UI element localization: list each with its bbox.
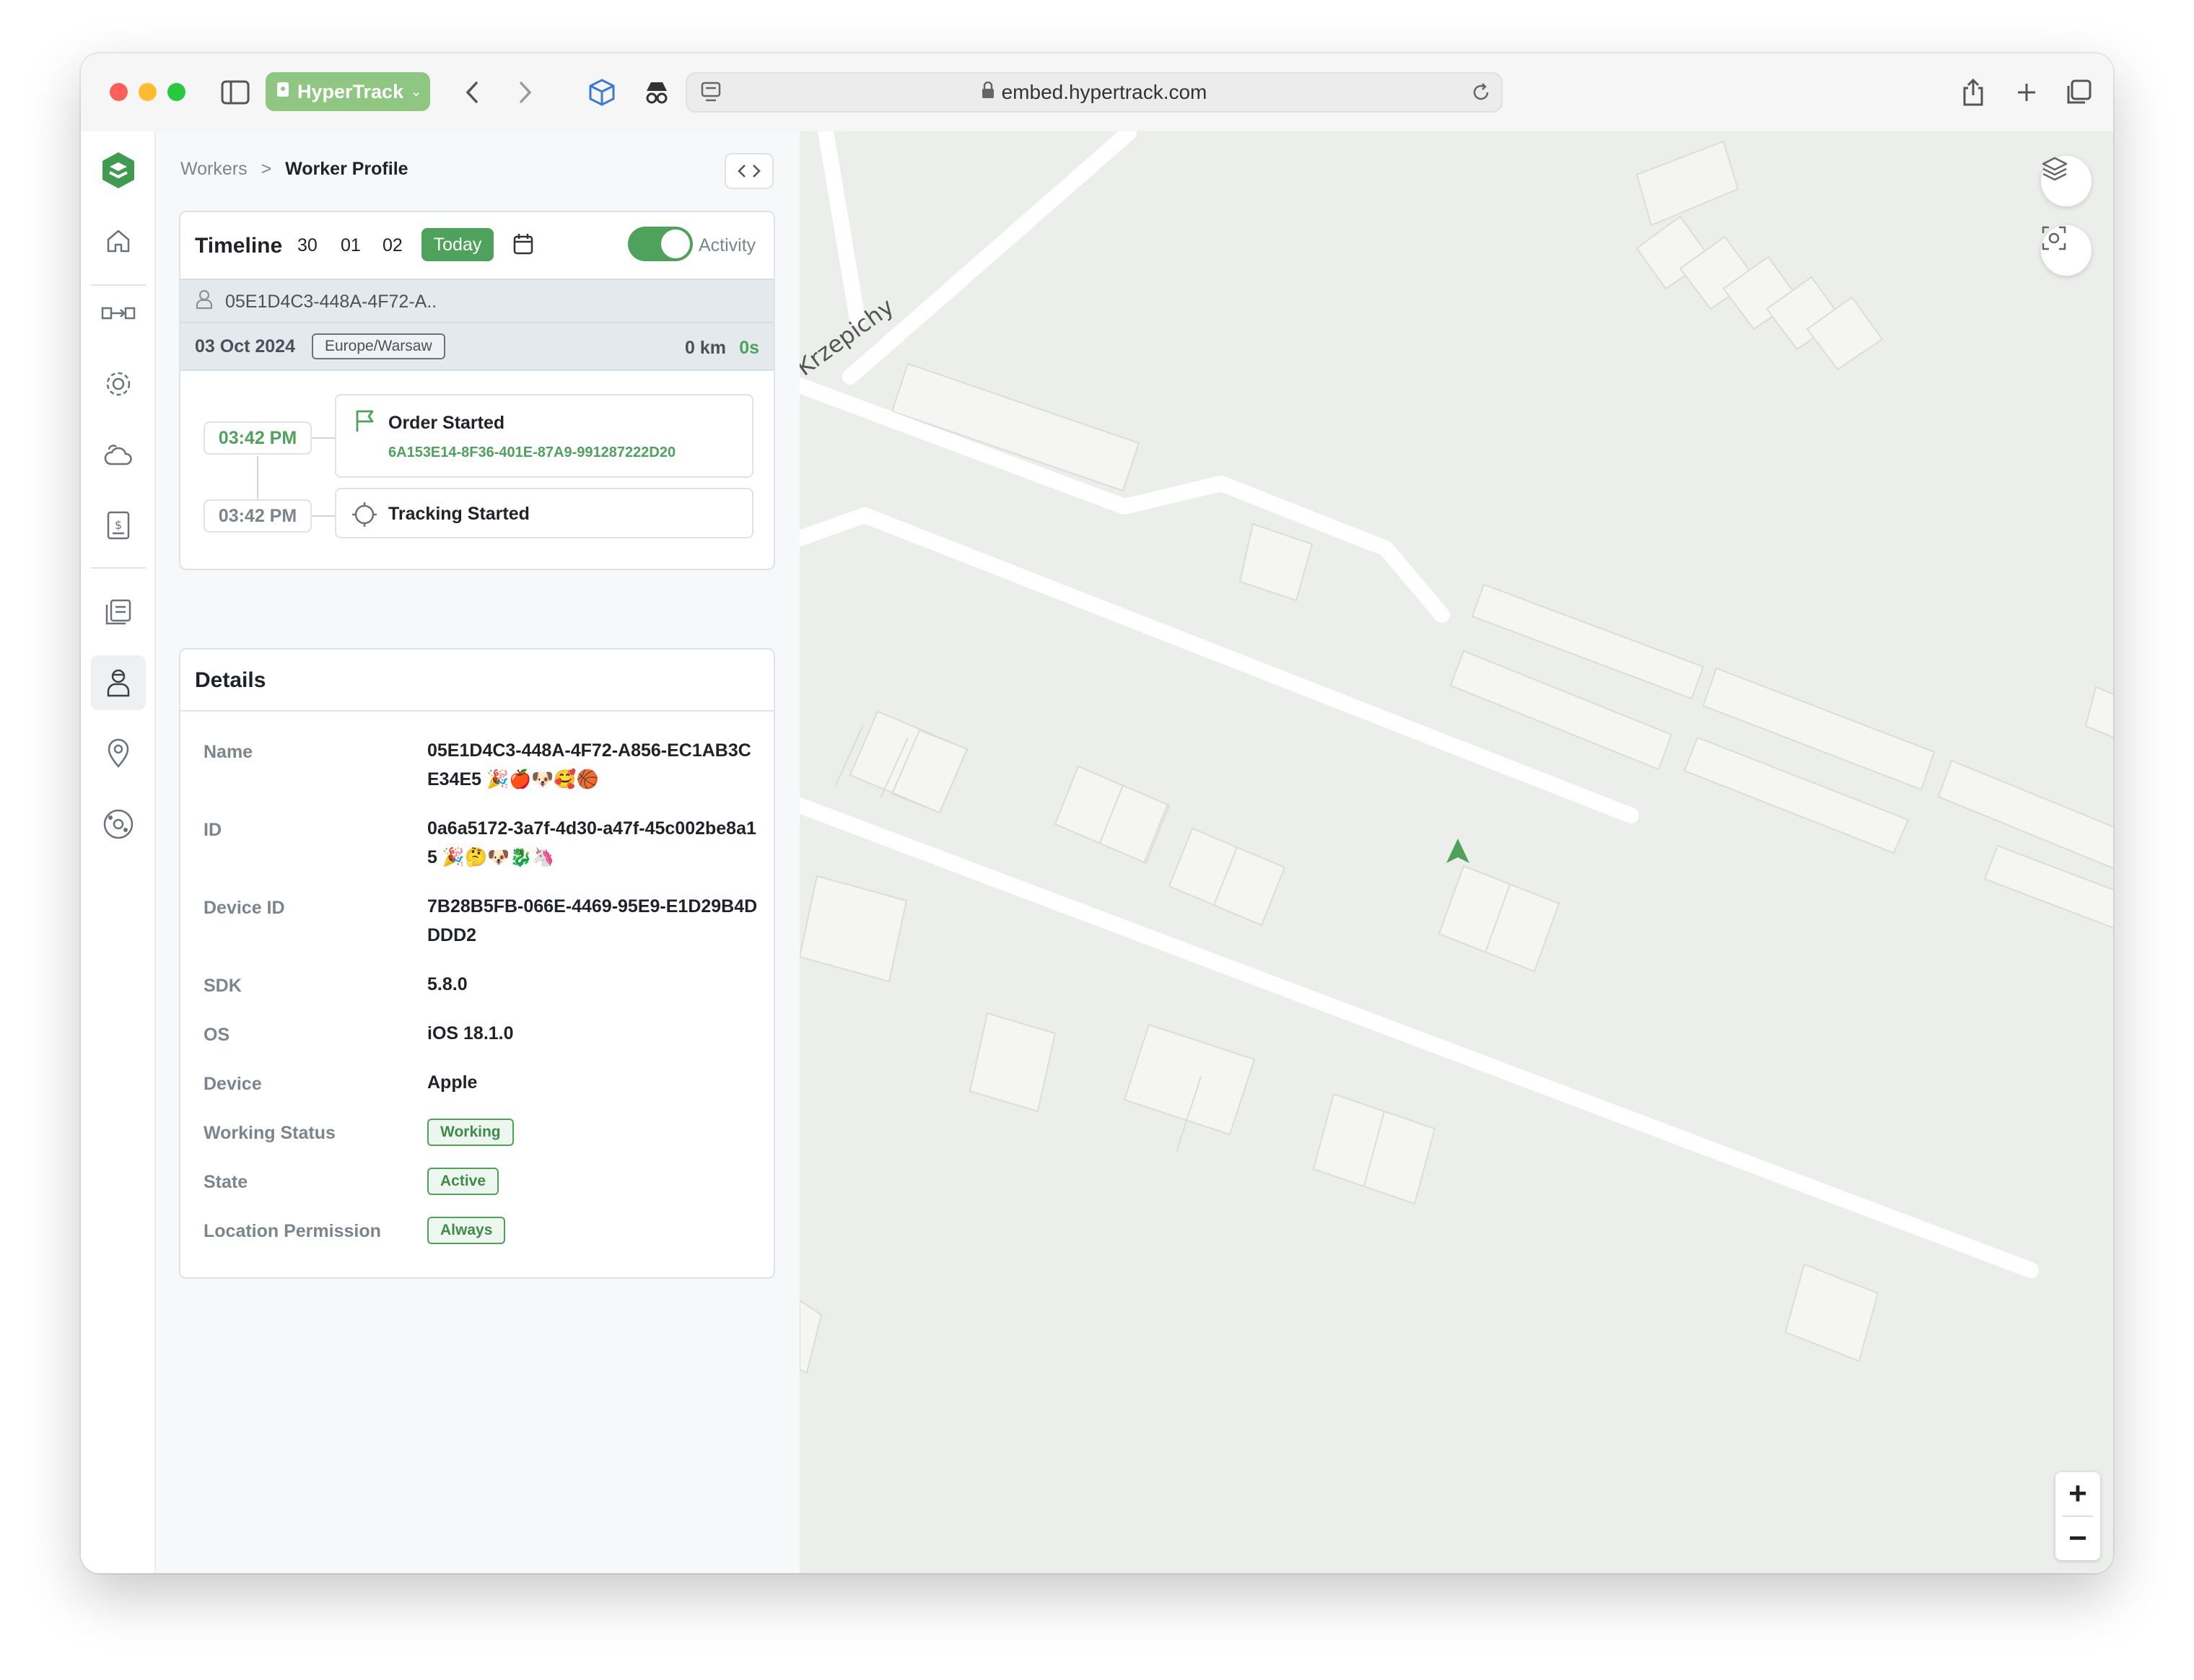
detail-label-sdk: SDK <box>204 976 242 996</box>
crosshair-icon <box>351 501 378 532</box>
map-focus-button[interactable] <box>2041 225 2092 276</box>
detail-label-id: ID <box>204 820 222 840</box>
event-time: 03:42 PM <box>204 499 312 533</box>
details-card: Details Name 05E1D4C3-448A-4F72-A856-EC1… <box>179 648 775 1279</box>
workers-icon[interactable] <box>91 655 146 710</box>
places-pin-icon[interactable] <box>91 726 146 781</box>
embed-code-button[interactable] <box>725 153 774 189</box>
url-text: embed.hypertrack.com <box>1001 81 1207 103</box>
timeline-title: Timeline <box>195 234 283 258</box>
profile-switcher[interactable]: HyperTrack ⌄ <box>266 72 430 111</box>
zoom-in-button[interactable]: + <box>2055 1472 2100 1515</box>
home-icon[interactable] <box>91 214 146 268</box>
hypertrack-logo-icon[interactable] <box>91 143 146 198</box>
chevron-down-icon: ⌄ <box>411 84 422 99</box>
browser-window: HyperTrack ⌄ embed.hypertrack.com $ Work… <box>81 53 2113 1573</box>
billing-icon[interactable]: $ <box>91 498 146 553</box>
detail-value-sdk: 5.8.0 <box>427 974 468 994</box>
timezone-badge: Europe/Warsaw <box>312 333 445 359</box>
detail-label-device-id: Device ID <box>204 898 285 918</box>
breadcrumb-current: Worker Profile <box>285 159 408 179</box>
today-button[interactable]: Today <box>421 228 494 261</box>
tab-overview-icon[interactable] <box>2063 76 2094 108</box>
detail-label-location-permission: Location Permission <box>204 1221 381 1241</box>
detail-label-os: OS <box>204 1025 230 1045</box>
new-tab-icon[interactable] <box>2011 76 2042 108</box>
calendar-icon[interactable] <box>512 232 534 259</box>
app-sidebar: $ <box>81 131 156 1573</box>
timeline-date: 03 Oct 2024 <box>195 336 295 356</box>
event-order-started[interactable]: Order Started 6A153E14-8F36-401E-87A9-99… <box>335 394 753 478</box>
day-selector-30[interactable]: 30 <box>297 235 318 256</box>
event-title: Order Started <box>388 413 505 433</box>
distance-value: 0 km <box>685 338 726 358</box>
close-window-button[interactable] <box>110 83 128 101</box>
order-id-link[interactable]: 6A153E14-8F36-401E-87A9-991287222D20 <box>388 445 676 461</box>
detail-label-working-status: Working Status <box>204 1123 336 1143</box>
duration-value: 0s <box>739 338 759 358</box>
event-title: Tracking Started <box>388 504 530 524</box>
event-time: 03:42 PM <box>204 421 312 455</box>
map-view[interactable]: Krzepichy + − <box>800 131 2113 1573</box>
worker-id-row: 05E1D4C3-448A-4F72-A.. <box>180 279 774 323</box>
detail-value-os: iOS 18.1.0 <box>427 1023 514 1044</box>
detail-value-name: 05E1D4C3-448A-4F72-A856-EC1AB3CE34E5 🎉🍎🐶… <box>427 740 751 789</box>
detail-value-device: Apple <box>427 1072 478 1093</box>
details-title: Details <box>195 668 266 692</box>
worker-short-id: 05E1D4C3-448A-4F72-A.. <box>225 291 437 312</box>
geofence-icon[interactable] <box>91 797 146 852</box>
detail-label-name: Name <box>204 742 253 762</box>
breadcrumb-separator: > <box>261 159 272 179</box>
person-icon <box>195 289 214 315</box>
detail-label-device: Device <box>204 1074 262 1094</box>
event-tracking-started[interactable]: Tracking Started <box>335 488 753 538</box>
location-permission-badge: Always <box>427 1217 506 1244</box>
zoom-out-button[interactable]: − <box>2055 1517 2100 1560</box>
browser-toolbar: HyperTrack ⌄ embed.hypertrack.com <box>81 53 2113 133</box>
state-badge: Active <box>427 1168 499 1195</box>
timeline-card: Timeline 30 01 02 Today Activity 05E1D4C… <box>179 211 775 570</box>
route-icon[interactable] <box>91 286 146 341</box>
minimize-window-button[interactable] <box>139 83 157 101</box>
map-canvas: Krzepichy <box>800 131 2113 1374</box>
current-location-arrow-icon <box>1446 839 1469 863</box>
activity-toggle[interactable] <box>628 227 693 261</box>
working-status-badge: Working <box>427 1119 514 1146</box>
worker-profile-panel: Workers > Worker Profile Timeline 30 01 … <box>156 131 801 1573</box>
weather-cloud-icon[interactable] <box>91 427 146 482</box>
badge-icon <box>276 81 290 103</box>
incognito-extension-icon[interactable] <box>641 76 673 108</box>
day-selector-01[interactable]: 01 <box>341 235 361 256</box>
svg-text:$: $ <box>115 518 122 532</box>
orders-list-icon[interactable] <box>91 585 146 639</box>
zoom-controls: + − <box>2055 1472 2100 1560</box>
forward-arrow-icon[interactable] <box>510 76 541 108</box>
cube-extension-icon[interactable] <box>586 76 618 108</box>
profile-label: HyperTrack <box>297 80 404 102</box>
sidebar-toggle-icon[interactable] <box>219 76 251 108</box>
share-icon[interactable] <box>1957 76 1989 108</box>
address-bar[interactable]: embed.hypertrack.com <box>686 72 1503 113</box>
breadcrumb-workers-link[interactable]: Workers <box>180 159 248 179</box>
date-summary-row: 03 Oct 2024 Europe/Warsaw 0 km 0s <box>180 322 774 371</box>
lock-icon <box>982 81 995 104</box>
settings-gear-icon[interactable] <box>91 356 146 411</box>
detail-value-device-id: 7B28B5FB-066E-4469-95E9-E1D29B4DDDD2 <box>427 896 758 945</box>
details-header: Details <box>180 649 774 712</box>
day-selector-02[interactable]: 02 <box>383 235 403 256</box>
zoom-window-button[interactable] <box>167 83 185 101</box>
reload-icon[interactable] <box>1471 82 1491 108</box>
breadcrumb: Workers > Worker Profile <box>180 159 408 180</box>
timeline-header: Timeline 30 01 02 Today Activity <box>180 212 774 279</box>
detail-label-state: State <box>204 1172 248 1192</box>
flag-icon <box>354 408 375 437</box>
map-layers-button[interactable] <box>2041 156 2092 206</box>
back-arrow-icon[interactable] <box>456 76 488 108</box>
activity-label: Activity <box>699 235 756 255</box>
detail-value-id: 0a6a5172-3a7f-4d30-a47f-45c002be8a15 🎉🤔🐶… <box>427 818 756 867</box>
page-settings-icon[interactable] <box>700 81 722 109</box>
